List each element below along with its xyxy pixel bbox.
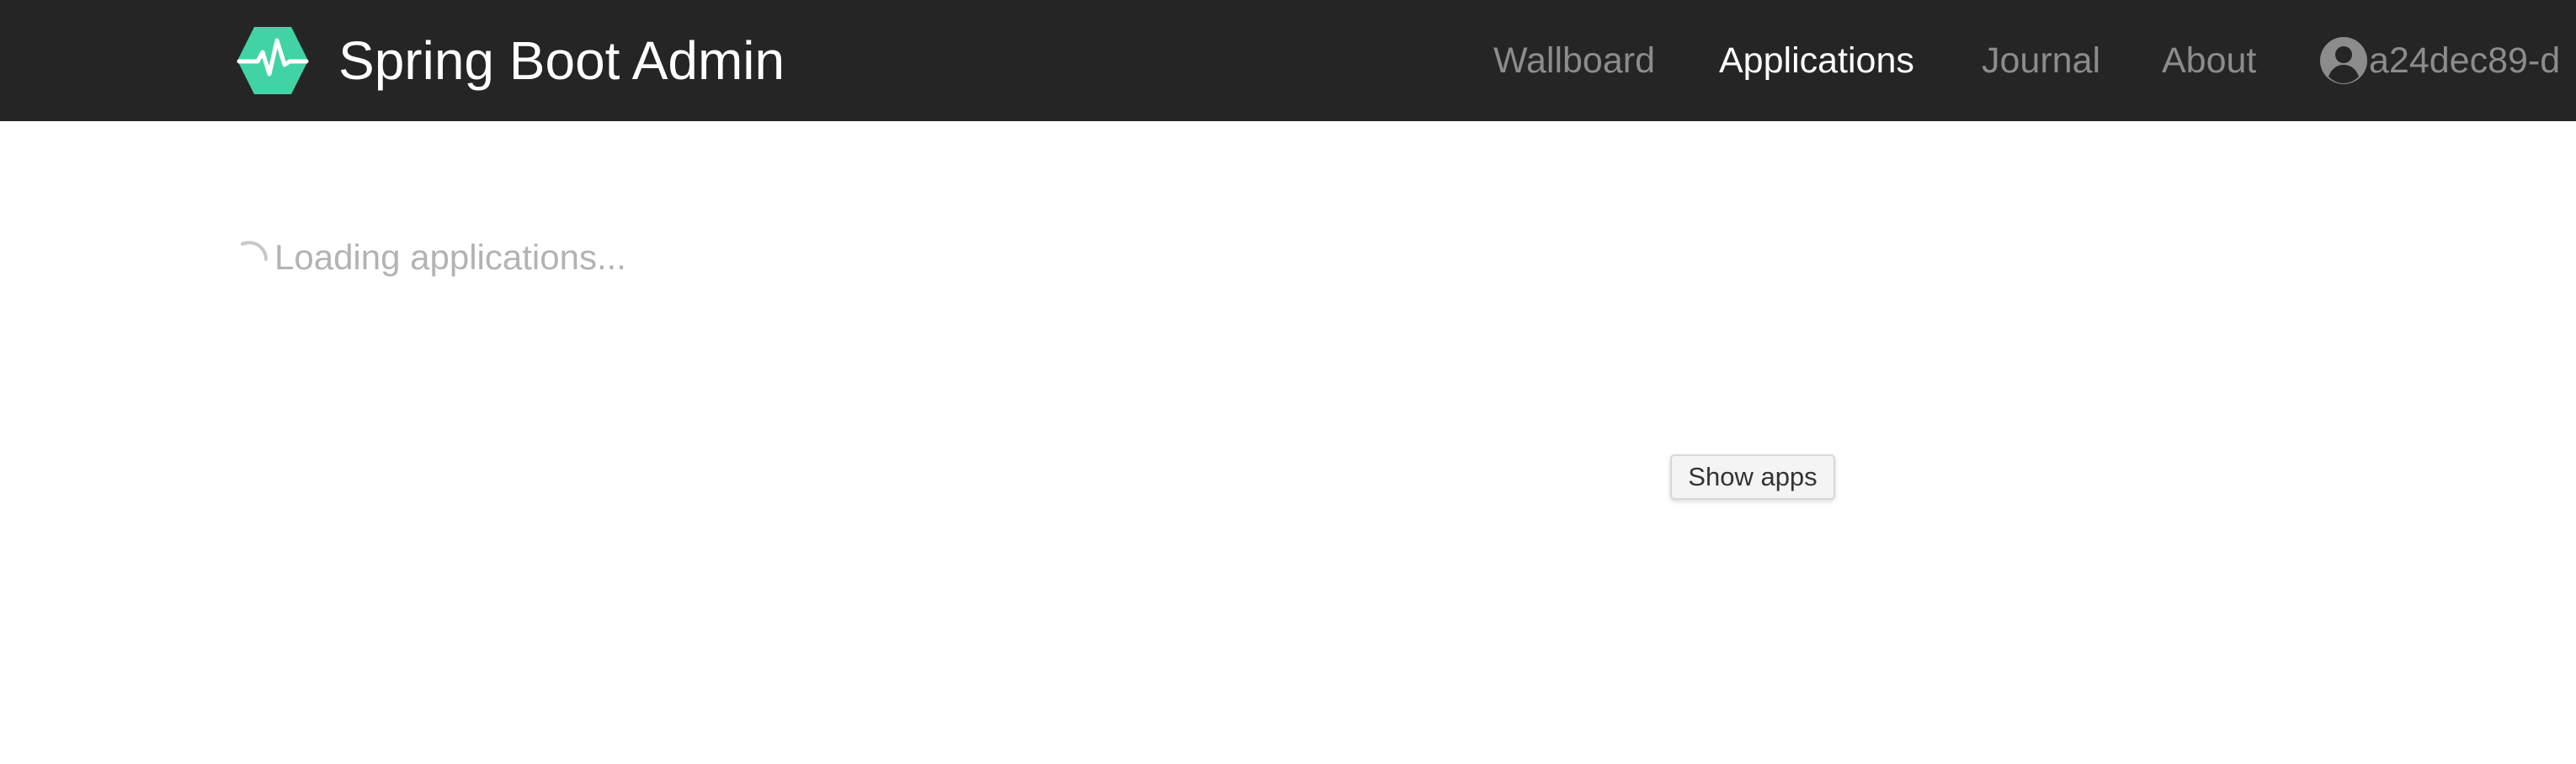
pulse-hexagon-icon (237, 27, 309, 94)
top-navbar: Spring Boot Admin Wallboard Applications… (0, 0, 2576, 121)
user-name: a24dec89-d (2369, 40, 2561, 81)
user-menu[interactable]: a24dec89-d (2318, 33, 2560, 88)
nav-applications[interactable]: Applications (1719, 37, 1914, 84)
brand-title: Spring Boot Admin (338, 30, 785, 91)
nav-about[interactable]: About (2162, 37, 2256, 84)
nav-wallboard[interactable]: Wallboard (1493, 37, 1655, 84)
brand[interactable]: Spring Boot Admin (236, 24, 785, 98)
spinner-icon (241, 241, 268, 261)
user-circle-icon (2320, 37, 2367, 84)
show-apps-button[interactable]: Show apps (1670, 454, 1835, 500)
loading-text: Loading applications... (274, 237, 626, 277)
nav-journal[interactable]: Journal (1982, 37, 2100, 84)
loading-indicator: Loading applications... (232, 232, 626, 283)
